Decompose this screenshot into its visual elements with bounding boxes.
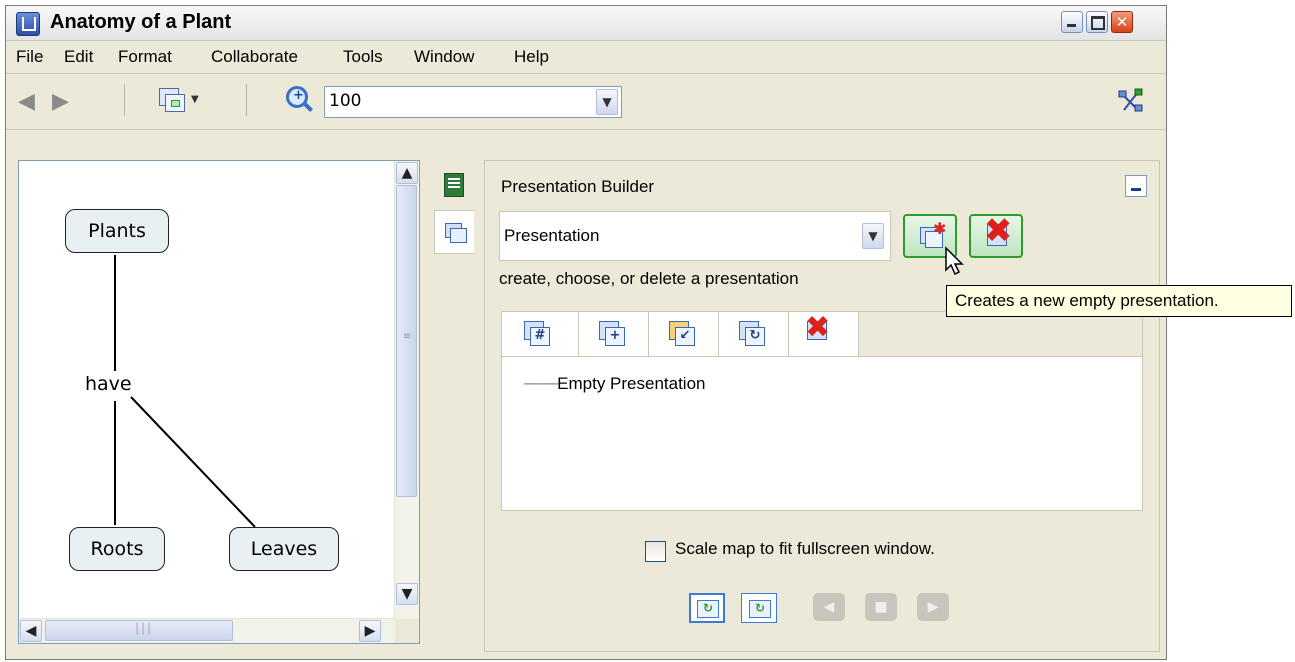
new-presentation-icon: ✱ <box>920 219 946 248</box>
presentation-icon <box>445 223 467 245</box>
zoom-select[interactable]: 100 ▼ <box>324 86 622 118</box>
slide-list-item[interactable]: ───Empty Presentation <box>524 374 706 394</box>
presentation-view-icon[interactable] <box>159 88 185 112</box>
menu-bar: File Edit Format Collaborate Tools Windo… <box>6 41 1166 74</box>
maximize-button[interactable] <box>1086 11 1108 33</box>
presentation-builder-panel: Presentation Builder Presentation ▼ ✱ ✖ … <box>484 160 1160 652</box>
toolbar-separator <box>246 84 247 116</box>
play-window-button[interactable]: ↻ <box>741 593 777 623</box>
tab-presentation[interactable] <box>434 210 474 254</box>
presentation-hint: create, choose, or delete a presentation <box>499 269 799 288</box>
side-panel-tabs <box>432 158 480 653</box>
slides-list-panel: # + ↙ ↻ ✖ ───Empty Presentation <box>501 311 1143 511</box>
scale-to-fit-label: Scale map to fit fullscreen window. <box>675 539 935 558</box>
app-icon <box>16 12 40 36</box>
slide-title: Empty Presentation <box>557 374 706 393</box>
menu-format[interactable]: Format <box>118 47 172 67</box>
close-button[interactable]: ✕ <box>1111 11 1133 33</box>
delete-slide-icon: ✖ <box>805 310 831 345</box>
play-fullscreen-button[interactable]: ↻ <box>689 593 725 623</box>
linking-phrase-have[interactable]: have <box>85 373 132 395</box>
menu-collaborate[interactable]: Collaborate <box>211 47 298 67</box>
zoom-dropdown-button[interactable]: ▼ <box>596 89 618 115</box>
menu-tools[interactable]: Tools <box>343 47 383 67</box>
tree-connector: ─── <box>524 374 558 393</box>
slides-toolbar: # + ↙ ↻ ✖ <box>502 312 1142 357</box>
scroll-left-button[interactable]: ◀ <box>20 620 42 642</box>
concept-map-icon[interactable] <box>1118 88 1144 114</box>
back-arrow-icon[interactable]: ◀ <box>18 91 35 113</box>
vertical-scrollbar[interactable]: ▲ ≡ ▼ <box>394 161 419 621</box>
stop-button[interactable]: ■ <box>865 593 897 621</box>
presentation-select[interactable]: Presentation ▼ <box>499 211 891 261</box>
add-slide-button[interactable]: # <box>502 312 579 356</box>
menu-file[interactable]: File <box>16 47 43 67</box>
update-slide-icon: ↻ <box>739 321 767 347</box>
scroll-down-button[interactable]: ▼ <box>396 583 418 605</box>
notes-icon <box>444 173 464 197</box>
tooltip: Creates a new empty presentation. <box>946 285 1292 317</box>
menu-edit[interactable]: Edit <box>64 47 93 67</box>
zoom-value: 100 <box>329 91 362 111</box>
concept-map-canvas[interactable]: Plants have Roots Leaves ▲ ≡ ▼ ◀ │││ ▶ <box>18 160 420 644</box>
horizontal-scrollbar[interactable]: ◀ │││ ▶ <box>19 618 396 643</box>
horizontal-scroll-thumb[interactable]: │││ <box>45 620 233 641</box>
next-slide-button[interactable]: ▶ <box>917 593 949 621</box>
scroll-up-button[interactable]: ▲ <box>396 162 418 184</box>
concept-node-leaves[interactable]: Leaves <box>229 527 339 571</box>
presentation-dropdown-button[interactable]: ▼ <box>862 223 884 249</box>
previous-slide-button[interactable]: ◀ <box>813 593 845 621</box>
menu-help[interactable]: Help <box>514 47 549 67</box>
mouse-cursor-icon <box>945 246 964 276</box>
minimize-button[interactable] <box>1061 11 1083 33</box>
toolbar: ◀ ▶ ▼ + 100 ▼ <box>6 74 1166 130</box>
capture-view-button[interactable]: ↙ <box>649 312 719 356</box>
tab-notes[interactable] <box>434 164 474 208</box>
capture-view-icon: ↙ <box>669 321 697 347</box>
scroll-right-button[interactable]: ▶ <box>359 620 381 642</box>
concept-node-roots[interactable]: Roots <box>69 527 165 571</box>
title-bar[interactable]: Anatomy of a Plant ✕ <box>6 6 1166 41</box>
concept-node-plants[interactable]: Plants <box>65 209 169 253</box>
delete-presentation-button[interactable]: ✖ <box>969 214 1023 258</box>
menu-window[interactable]: Window <box>414 47 474 67</box>
presentation-select-value: Presentation <box>504 226 600 245</box>
window-title: Anatomy of a Plant <box>50 11 232 33</box>
vertical-scroll-thumb[interactable]: ≡ <box>396 185 417 497</box>
panel-title: Presentation Builder <box>501 177 655 196</box>
delete-slide-button[interactable]: ✖ <box>789 312 859 356</box>
collapse-panel-button[interactable] <box>1125 175 1147 197</box>
update-slide-button[interactable]: ↻ <box>719 312 789 356</box>
zoom-icon[interactable]: + <box>286 86 308 108</box>
toolbar-separator <box>124 84 125 116</box>
scale-to-fit-checkbox[interactable] <box>645 541 666 562</box>
delete-presentation-icon: ✖ <box>984 211 1013 251</box>
add-slide-icon: # <box>524 321 552 347</box>
add-slide-after-button[interactable]: + <box>579 312 649 356</box>
add-slide-after-icon: + <box>599 321 627 347</box>
forward-arrow-icon[interactable]: ▶ <box>52 91 69 113</box>
scroll-corner <box>395 619 419 643</box>
chevron-down-icon[interactable]: ▼ <box>191 94 199 105</box>
